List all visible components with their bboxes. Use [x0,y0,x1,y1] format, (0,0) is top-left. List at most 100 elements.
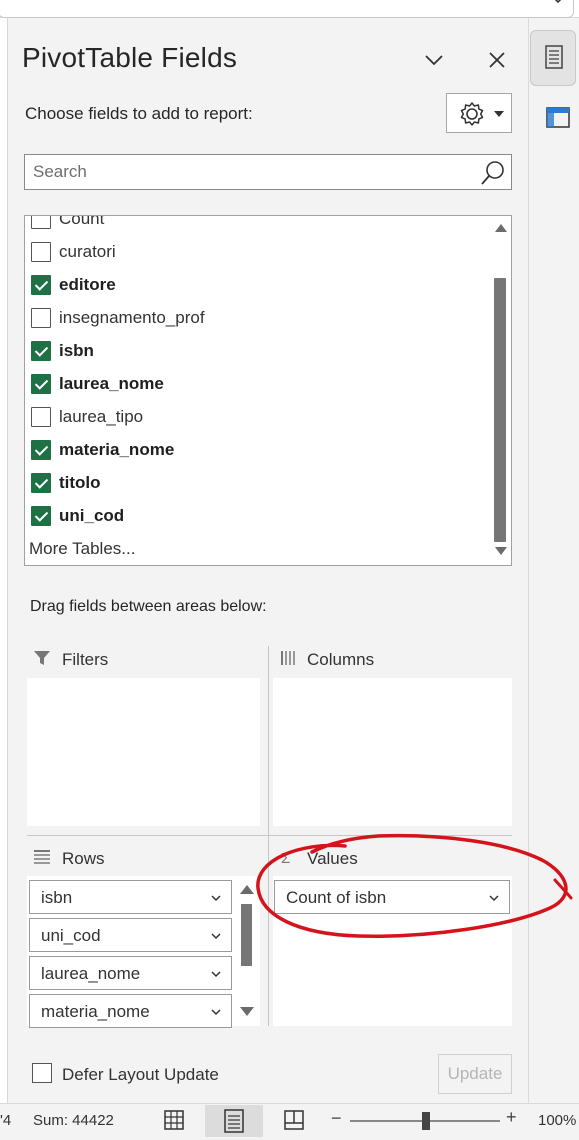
pane-title: PivotTable Fields [22,42,238,73]
zoom-out-button[interactable]: − [331,1108,342,1129]
scroll-up-arrow-icon[interactable] [240,885,254,894]
columns-drop-area[interactable] [273,678,512,826]
pivot-layout-icon [546,107,570,128]
sigma-icon: Σ [281,850,291,867]
field-label: materia_nome [59,440,175,459]
field-list-item[interactable]: isbn [25,335,485,368]
defer-layout-checkbox[interactable] [32,1063,52,1083]
chevron-down-icon[interactable] [211,931,221,941]
grid-icon [164,1110,184,1130]
values-area-label: Values [307,849,358,868]
field-checkbox[interactable] [31,242,51,262]
row-field-dropdown-label: uni_cod [41,926,101,945]
row-field-dropdown[interactable]: uni_cod [29,918,232,952]
row-field-dropdown[interactable]: laurea_nome [29,956,232,990]
field-label: laurea_nome [59,374,164,393]
field-list-item[interactable]: materia_nome [25,434,485,467]
field-list-toggle-button[interactable] [530,30,576,86]
scroll-down-arrow-icon[interactable] [240,1007,254,1016]
field-list-item[interactable]: curatori [25,236,485,269]
tools-button[interactable] [446,93,512,133]
formula-bar-edge [0,0,574,18]
row-field-dropdown-label: laurea_nome [41,964,141,983]
dropdown-arrow-icon [494,111,504,117]
sheet-edge [0,18,8,1103]
field-checkbox[interactable] [31,506,51,526]
scroll-thumb[interactable] [241,904,252,966]
field-label: curatori [59,242,116,261]
choose-fields-label: Choose fields to add to report: [25,104,253,123]
zoom-level[interactable]: 100% [538,1112,576,1129]
row-field-dropdown[interactable]: isbn [29,880,232,914]
row-field-dropdown[interactable]: materia_nome [29,994,232,1028]
normal-view-button[interactable] [162,1108,186,1132]
field-checkbox[interactable] [31,216,51,229]
chevron-down-icon[interactable] [551,0,567,10]
search-icon[interactable] [479,159,507,187]
field-checkbox[interactable] [31,275,51,295]
columns-area-label: Columns [307,650,375,669]
field-label: editore [59,275,116,294]
field-label: uni_cod [59,506,125,525]
pivot-layout-button[interactable] [538,98,574,136]
field-checkbox[interactable] [31,308,51,328]
chevron-down-icon[interactable] [489,893,499,903]
field-checkbox[interactable] [31,440,51,460]
field-list: Count curatori editore insegnamento_profisb… [24,215,512,566]
drag-fields-label: Drag fields between areas below: [30,598,267,615]
field-list-item[interactable]: editore [25,269,485,302]
filters-area-label: Filters [62,650,109,669]
scroll-thumb[interactable] [494,278,506,542]
field-list-item[interactable]: laurea_tipo [25,401,485,434]
value-field-dropdown[interactable]: Count of isbn [274,880,510,914]
rows-icon [34,850,51,864]
field-checkbox[interactable] [31,473,51,493]
filter-icon [33,649,51,667]
chevron-down-icon[interactable] [211,1007,221,1017]
pane-options-chevron-icon[interactable] [420,46,448,74]
filters-drop-area[interactable] [27,678,260,826]
zoom-slider-thumb[interactable] [422,1112,430,1130]
scroll-down-arrow-icon[interactable] [495,547,507,555]
columns-icon [280,650,297,666]
search-input[interactable] [33,161,473,183]
search-box[interactable] [24,154,512,190]
status-sum[interactable]: Sum: 44422 [33,1112,114,1129]
side-rail [528,18,579,1103]
more-tables-link[interactable]: More Tables... [29,539,135,559]
area-divider-vertical [268,646,269,1026]
field-checkbox[interactable] [31,374,51,394]
page-break-icon [284,1110,304,1130]
row-field-dropdown-label: isbn [41,888,73,907]
field-checkbox[interactable] [31,407,51,427]
chevron-down-icon[interactable] [211,893,221,903]
zoom-in-button[interactable]: + [506,1107,517,1128]
defer-layout-label: Defer Layout Update [62,1065,219,1084]
value-field-dropdown-label: Count of isbn [286,888,387,907]
row-field-dropdown-label: materia_nome [41,1002,150,1021]
update-button[interactable]: Update [438,1054,512,1094]
rows-area-label: Rows [62,849,105,868]
field-label: Count [59,215,105,228]
rows-scrollbar[interactable] [238,880,256,1020]
chevron-down-icon[interactable] [211,969,221,979]
field-list-item[interactable]: insegnamento_prof [25,302,485,335]
scroll-up-arrow-icon[interactable] [495,224,507,232]
page-break-view-button[interactable] [282,1108,306,1132]
status-prefix: '4 [0,1112,12,1129]
field-list-item[interactable]: Count [25,215,485,236]
field-label: laurea_tipo [59,407,144,426]
field-label: insegnamento_prof [59,308,205,327]
field-label: titolo [59,473,101,492]
field-list-item[interactable]: laurea_nome [25,368,485,401]
page-layout-icon [224,1109,244,1133]
gear-icon [460,102,484,126]
field-list-icon [545,45,563,69]
page-layout-view-button[interactable] [205,1105,263,1137]
field-list-item[interactable]: titolo [25,467,485,500]
close-icon[interactable] [483,46,511,74]
field-list-item[interactable]: uni_cod [25,500,485,533]
field-checkbox[interactable] [31,341,51,361]
field-list-scrollbar[interactable] [491,216,511,565]
area-divider-horizontal [27,835,512,836]
